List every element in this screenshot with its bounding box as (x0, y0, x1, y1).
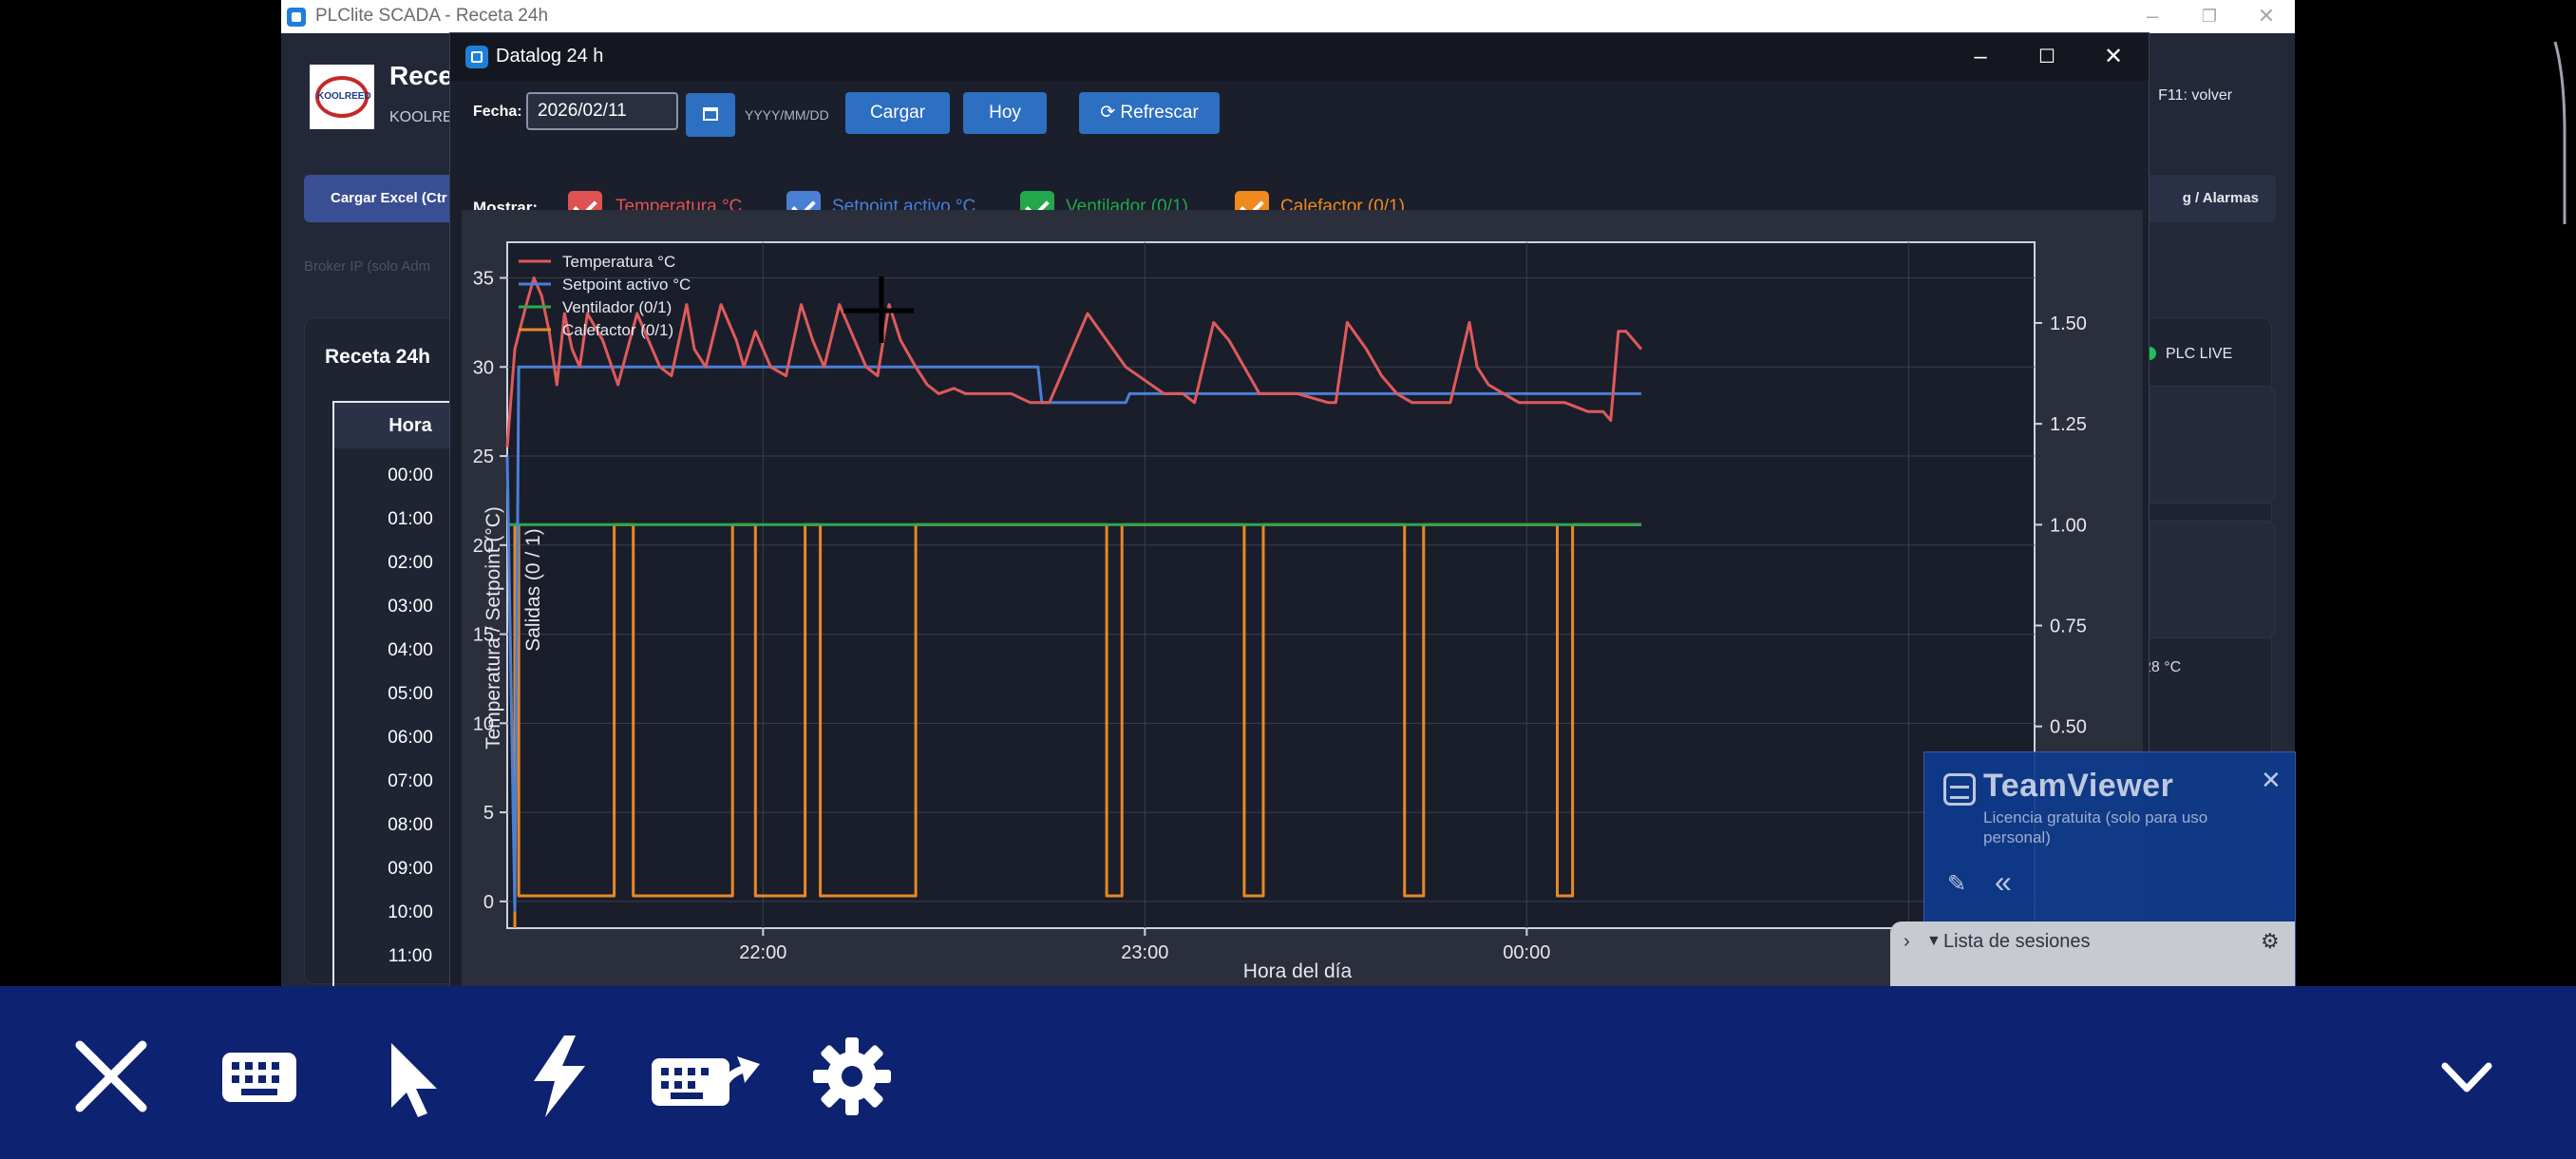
dialog-titlebar: Datalog 24 h – ☐ ✕ (450, 33, 2149, 81)
y-tick-label: 0 (483, 892, 494, 913)
teamviewer-logo-icon (1943, 773, 1976, 806)
restore-button[interactable]: ❐ (2181, 0, 2238, 33)
status-card (2131, 386, 2276, 504)
special-keys-icon[interactable] (650, 1034, 762, 1119)
dialog-title: Datalog 24 h (496, 46, 604, 66)
teamviewer-close-icon[interactable]: ✕ (2261, 766, 2282, 795)
lightning-icon[interactable] (517, 1034, 602, 1119)
dialog-minimize-button[interactable]: – (1947, 33, 2014, 81)
load-button[interactable]: Cargar (845, 92, 950, 134)
y-axis-label: Temperatura / Setpoint (°C) (483, 506, 504, 750)
teamviewer-license: Licencia gratuita (solo para uso persona… (1983, 808, 2208, 846)
f11-hint: |F11: volver (2143, 87, 2233, 104)
session-list-label: Lista de sesiones (1943, 931, 2091, 952)
date-input[interactable] (526, 92, 678, 130)
load-excel-button[interactable]: Cargar Excel (Ctr (304, 175, 456, 222)
status-card (2131, 521, 2276, 638)
y2-tick-label: 0.75 (2050, 616, 2087, 636)
legend-label: Calefactor (0/1) (562, 321, 673, 339)
close-icon[interactable] (68, 1034, 154, 1119)
temperature-readout: 28 °C (2143, 659, 2182, 675)
dialog-maximize-button[interactable]: ☐ (2014, 33, 2080, 81)
y2-tick-label: 1.25 (2050, 414, 2087, 435)
refresh-button[interactable]: ⟳ Refrescar (1079, 92, 1220, 134)
keyboard-icon[interactable] (217, 1034, 302, 1119)
brush-icon[interactable]: ✎ (1947, 870, 1966, 898)
app-icon (287, 8, 306, 27)
main-window-title: PLClite SCADA - Receta 24h (315, 6, 549, 26)
chevron-right-icon[interactable]: › (1904, 931, 1910, 953)
close-button[interactable]: ✕ (2238, 0, 2295, 33)
company-logo: KOOLREED (310, 65, 374, 129)
broker-ip-label: Broker IP (solo Adm (304, 258, 431, 275)
x-tick-label: 23:00 (1121, 942, 1168, 963)
plc-live-indicator: PLC LIVE (2143, 346, 2232, 363)
session-list-bar[interactable]: › ▼ Lista de sesiones ⚙ (1890, 922, 2295, 986)
x-tick-label: 00:00 (1503, 942, 1550, 963)
date-format-hint: YYYY/MM/DD (745, 107, 829, 123)
y2-tick-label: 0.50 (2050, 717, 2087, 738)
teamviewer-title: TeamViewer (1983, 768, 2174, 804)
main-titlebar: PLClite SCADA - Receta 24h – ❐ ✕ (281, 0, 2295, 33)
main-subtitle: KOOLRE (389, 109, 453, 125)
settings-icon[interactable] (809, 1034, 895, 1119)
y-tick-label: 5 (483, 803, 494, 824)
y-tick-label: 30 (473, 357, 494, 378)
legend-label: Temperatura °C (562, 253, 675, 271)
legend-label: Ventilador (0/1) (562, 298, 672, 316)
gear-icon[interactable]: ⚙ (2261, 929, 2280, 954)
datalog-dialog: Datalog 24 h – ☐ ✕ Fecha: YYYY/MM/DD Car… (450, 33, 2149, 986)
y2-tick-label: 1.50 (2050, 314, 2087, 334)
chevron-down-icon[interactable] (2424, 1034, 2510, 1119)
x-axis-label: Hora del día (1243, 960, 1353, 982)
collapse-icon[interactable]: « (1995, 864, 2012, 900)
x-tick-label: 22:00 (739, 942, 786, 963)
dialog-close-button[interactable]: ✕ (2080, 33, 2147, 81)
pointer-icon[interactable] (369, 1034, 454, 1119)
main-heading: Rece (389, 61, 453, 90)
y-tick-label: 35 (473, 269, 494, 290)
datalog-chart[interactable]: 051015202530350.500.751.001.251.5022:00 2… (462, 210, 2143, 986)
triangle-down-icon: ▼ (1926, 933, 1941, 949)
fecha-label: Fecha: (473, 104, 522, 120)
scroll-indicator[interactable] (2553, 38, 2567, 228)
recipe-title: Receta 24h (325, 346, 430, 368)
calendar-button[interactable] (686, 93, 735, 137)
dialog-app-icon (465, 46, 488, 68)
y2-tick-label: 1.00 (2050, 515, 2087, 536)
y-tick-label: 25 (473, 446, 494, 467)
y2-axis-label: Salidas (0 / 1) (522, 528, 544, 652)
minimize-button[interactable]: – (2124, 0, 2181, 33)
today-button[interactable]: Hoy (963, 92, 1047, 134)
legend-label: Setpoint activo °C (562, 276, 691, 294)
